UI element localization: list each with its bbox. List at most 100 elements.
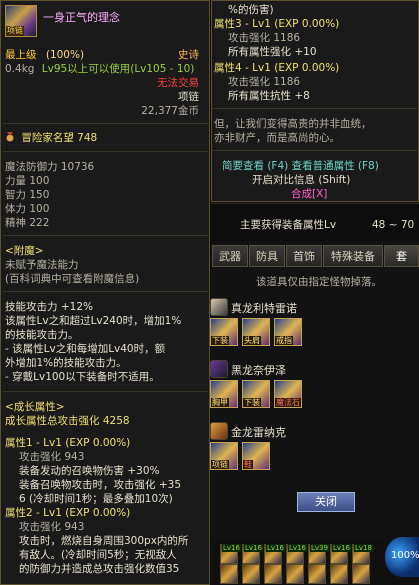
magic-defense: 魔法防御力 10736 [5,161,95,173]
attr2-atk: 攻击强化 943 [19,521,85,533]
stat-vitality: 体力 100 [5,203,50,215]
slot-tag: 下装 [211,336,229,345]
skill-line: 的技能攻击力。 [5,329,79,341]
hotkey-level: Lv39 [310,544,329,552]
slot-tag: 胸甲 [211,398,229,407]
drop-slot-shoes[interactable]: 鞋 [242,442,270,470]
hotkey-level: Lv18 [354,544,373,552]
attr4-bonus: 所有属性抗性 +8 [228,90,310,102]
attr3-atk: 攻击强化 1186 [228,32,301,44]
drop-slot-magic-stone[interactable]: 魔法石 [274,380,302,408]
attr1-line: 6 (冷却时间1秒；最多叠加10次) [19,493,173,505]
drop-slot-shoulder[interactable]: 头肩 [242,318,270,346]
hotkey-slot[interactable] [242,564,260,584]
mp-orb-value: 100% [391,550,419,561]
drop-hint: 该道具仅由指定怪物掉落。 [256,276,382,288]
hotkey-slot[interactable] [286,564,304,584]
skill-line: 技能攻击力 +12% [5,301,93,313]
tab-armor[interactable]: 防具 [249,245,285,267]
skill-line: 外增加1%的技能攻击力。 [5,357,127,369]
slot-tag: 鞋 [243,460,253,469]
attr2-line: 的防御力并造成总攻击强化数值35 [19,563,180,575]
main-attr-range: 48 ~ 70 [372,219,415,231]
monster-avatar [210,298,228,316]
hotkey-level: Lv16 [266,544,285,552]
hotkey-level: Lv16 [288,544,307,552]
attr2-line: 攻击时，燃烧自身周围300px内的所 [19,535,189,547]
hotkey-slot[interactable] [330,564,348,584]
drop-slot-ring[interactable]: 戒指 [274,318,302,346]
attr4-atk: 攻击强化 1186 [228,76,301,88]
hotkey-slot[interactable] [352,564,370,584]
hotkey-slot[interactable]: Lv18 [352,544,373,564]
divider [212,150,417,151]
compare-toggle[interactable]: 开启对比信息 (Shift) [252,174,350,187]
tab-accessory[interactable]: 首饰 [286,245,322,267]
hotkey-slot[interactable] [264,564,282,584]
attr4-title: 属性4 - Lv1 (EXP 0.00%) [214,62,340,74]
enchant-none: 未赋予魔法能力 [5,259,79,271]
fame-value: 冒险家名望 748 [21,132,98,144]
slot-tag: 项链 [211,460,229,469]
skill-line: - 穿戴Lv100以下装备时不适用。 [5,371,160,383]
compose-link[interactable]: 合成[X] [291,188,327,201]
divider [3,123,208,124]
item-weight: 0.4kg [5,63,35,75]
divider [3,235,208,236]
item-grade: 最上级 (100%) [5,49,84,62]
tab-weapon[interactable]: 武器 [212,245,248,267]
drop-slot-necklace[interactable]: 项链 [210,442,238,470]
equip-tab-bar: 武器 防具 首饰 特殊装备 套 [212,245,419,267]
drop-slot-pants[interactable]: 下装 [210,318,238,346]
hotkey-level: Lv16 [332,544,351,552]
monster-name: 黑龙奈伊泽 [231,364,286,377]
monster-name: 金龙雷纳克 [231,426,286,439]
skill-line: - 该属性Lv之和每增加Lv40时，额 [5,343,166,355]
simple-view-link[interactable]: 简要查看 (F4) 查看普通属性 (F8) [222,160,379,173]
hotkey-slot[interactable]: Lv16 [220,544,241,564]
item-price: 22,377金币 [141,105,199,117]
drop-slot-chest[interactable]: 胸甲 [210,380,238,408]
hotkey-slot[interactable]: Lv16 [264,544,285,564]
monster-avatar [210,360,228,378]
hotkey-slot[interactable]: Lv16 [242,544,263,564]
monster-drop-entry: 黑龙奈伊泽 胸甲 下装 魔法石 [205,360,419,418]
hotkey-level: Lv16 [244,544,263,552]
fame-row: 冒险家名望 748 [5,132,97,145]
hotkey-slot[interactable]: Lv16 [286,544,307,564]
slot-tag: 下装 [243,398,261,407]
monster-drop-entry: 真龙利特雷诺 下装 头肩 戒指 [205,298,419,356]
attr1-atk: 攻击强化 943 [19,451,85,463]
tab-set[interactable]: 套 [384,245,419,267]
slot-tag: 头肩 [243,336,261,345]
slot-tag: 戒指 [275,336,293,345]
growth-total: 成长属性总攻击强化 4258 [5,415,130,427]
hotkey-slot[interactable]: Lv16 [330,544,351,564]
item-icon-tag: 项链 [6,26,24,36]
attr1-title: 属性1 - Lv1 (EXP 0.00%) [5,437,131,449]
hotkey-level: Lv16 [222,544,241,552]
main-attr-label: 主要获得装备属性Lv [240,219,337,231]
hotkey-slot[interactable]: Lv39 [308,544,329,564]
flavor-text: 但，让我们变得高贵的并非血统， [214,118,372,130]
monster-avatar [210,422,228,440]
attr3-title: 属性3 - Lv1 (EXP 0.00%) [214,18,340,30]
growth-title: <成长属性> [5,401,65,413]
stat-spirit: 精神 222 [5,217,50,229]
enchant-title: <附魔> [5,245,44,257]
hotkey-slot[interactable] [220,564,238,584]
hotkey-slot[interactable] [308,564,326,584]
drop-slot-pants[interactable]: 下装 [242,380,270,408]
tab-special[interactable]: 特殊装备 [323,245,383,267]
stat-strength: 力量 100 [5,175,50,187]
divider [3,391,208,392]
necklace-icon: 项链 [5,5,37,37]
close-button[interactable]: 关闭 [297,492,355,512]
item-level-req: Lv95以上可以使用(Lv105 - 10) [41,63,195,75]
monster-name: 真龙利特雷诺 [231,302,297,315]
attr2-title: 属性2 - Lv1 (EXP 0.00%) [5,507,131,519]
divider [3,151,208,152]
monster-drop-entry: 金龙雷纳克 项链 鞋 [205,422,419,480]
enchant-hint: (百科词典中可查看附魔信息) [5,273,140,285]
medal-icon [6,132,14,142]
